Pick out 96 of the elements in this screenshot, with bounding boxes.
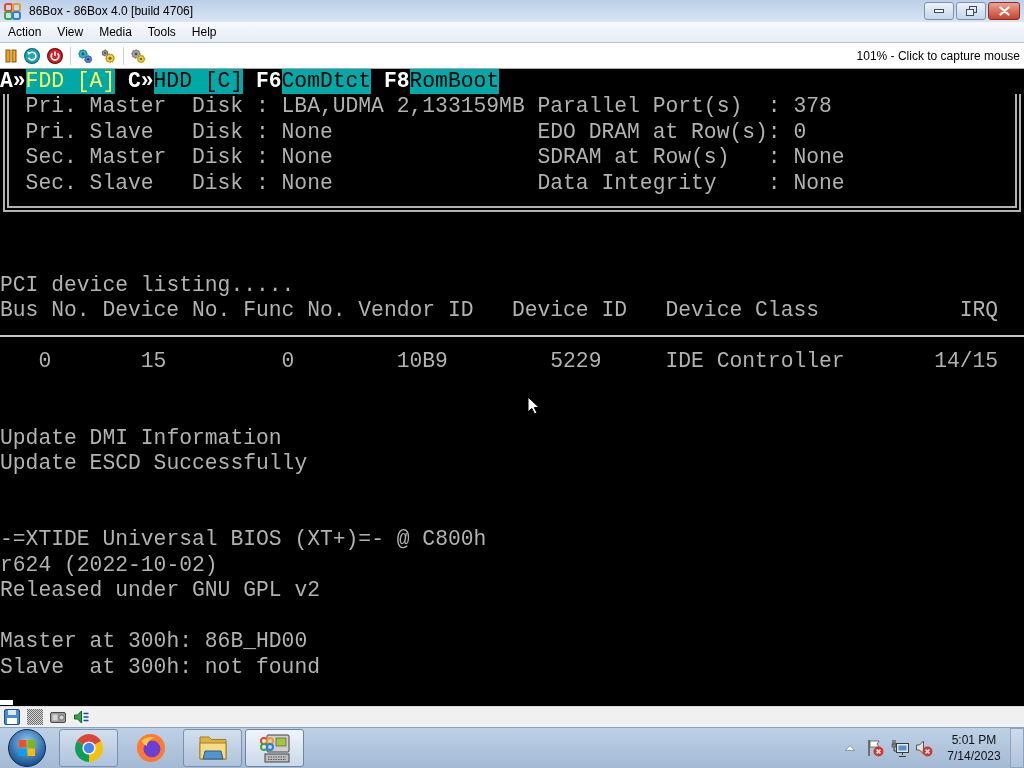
swirl-globe-icon bbox=[134, 732, 167, 764]
bios-message: Update DMI Information bbox=[0, 425, 282, 452]
setting-value: None bbox=[793, 170, 845, 197]
boot-option: RomBoot bbox=[409, 69, 500, 95]
drive-label: Sec. Master bbox=[25, 145, 167, 171]
table-cell: IDE Controller bbox=[665, 349, 845, 375]
drive-type-label: Disk bbox=[191, 170, 244, 197]
menu-item[interactable]: Tools bbox=[139, 22, 184, 42]
clock-date: 7/14/2023 bbox=[947, 748, 1001, 764]
menu-item[interactable]: Help bbox=[183, 22, 225, 42]
drive-type-label: Disk bbox=[191, 94, 244, 120]
segmented-circle-icon bbox=[72, 732, 105, 764]
table-cell: 14/15 bbox=[934, 349, 999, 375]
boot-key-label: F8 bbox=[383, 69, 410, 95]
power-icon[interactable] bbox=[47, 47, 63, 64]
clock-time: 5:01 PM bbox=[951, 732, 997, 748]
colon-separator: : bbox=[255, 170, 269, 197]
gears-icon[interactable] bbox=[77, 47, 93, 64]
drive-detect-line: Slave at 300h: not found bbox=[0, 654, 320, 681]
drive-label: Sec. Slave bbox=[25, 170, 154, 197]
drive-value: None bbox=[281, 119, 333, 146]
pause-icon[interactable] bbox=[5, 48, 17, 63]
bios-message: Update ESCD Successfully bbox=[0, 451, 308, 477]
pci-listing-title: PCI device listing..... bbox=[0, 272, 295, 299]
settings-icon[interactable] bbox=[130, 47, 146, 64]
menu-item[interactable]: Media bbox=[91, 22, 140, 42]
minimize-icon bbox=[934, 9, 944, 13]
boot-key-label: A» bbox=[0, 69, 26, 95]
window-title: 86Box - 86Box 4.0 [build 4706] bbox=[29, 4, 194, 18]
drive-value: None bbox=[281, 170, 333, 197]
setting-label: EDO DRAM at Row(s) bbox=[537, 119, 768, 146]
reset-icon[interactable] bbox=[24, 47, 40, 64]
drive-detect-line: Master at 300h: 86B_HD00 bbox=[0, 629, 308, 655]
boot-option: ComDtct bbox=[281, 69, 372, 95]
taskbar-button[interactable] bbox=[245, 729, 304, 767]
option-rom-line: -=XTIDE Universal BIOS (XT+)=- @ C800h bbox=[0, 527, 487, 553]
table-cell: 15 bbox=[140, 349, 167, 375]
taskbar-button[interactable] bbox=[59, 729, 118, 767]
device-card-icon[interactable] bbox=[49, 711, 66, 723]
boot-key-label: F6 bbox=[255, 69, 282, 95]
colon-separator: : bbox=[255, 119, 269, 146]
column-header: Vendor ID bbox=[358, 298, 474, 324]
rings-logo-icon bbox=[4, 2, 21, 20]
setting-value: 378 bbox=[793, 94, 832, 120]
setting-label: SDRAM at Row(s) bbox=[537, 145, 730, 171]
speaker-icon[interactable] bbox=[72, 710, 89, 724]
mouse-pointer-icon bbox=[527, 396, 540, 415]
drive-label: Pri. Slave bbox=[25, 119, 154, 146]
boot-key-label: C» bbox=[127, 69, 154, 95]
setting-value: 0 bbox=[793, 119, 807, 146]
network-icon[interactable] bbox=[891, 739, 909, 757]
boot-option: FDD [A] bbox=[25, 69, 116, 95]
setting-label: Data Integrity bbox=[537, 170, 717, 197]
table-cell: 0 bbox=[281, 349, 295, 375]
drive-value: LBA,UDMA 2,133159MB bbox=[281, 94, 525, 120]
column-header: Device ID bbox=[511, 298, 628, 324]
close-icon bbox=[998, 6, 1010, 16]
menu-item[interactable]: View bbox=[49, 22, 92, 42]
colon-separator: : bbox=[767, 170, 781, 197]
colon-separator: : bbox=[255, 145, 269, 171]
colon-separator: : bbox=[767, 119, 781, 146]
option-rom-line: r624 (2022-10-02) bbox=[0, 552, 218, 579]
caret-up-icon[interactable] bbox=[845, 745, 855, 751]
muted-speaker-icon[interactable] bbox=[915, 739, 933, 757]
close-button[interactable] bbox=[988, 2, 1020, 20]
minimize-button[interactable] bbox=[924, 2, 954, 20]
option-rom-line: Released under GNU GPL v2 bbox=[0, 578, 320, 604]
start-orb-icon[interactable] bbox=[8, 729, 46, 767]
table-cell: 5229 bbox=[550, 349, 602, 375]
column-header: IRQ bbox=[959, 298, 999, 324]
gear-icon[interactable] bbox=[100, 47, 116, 64]
column-header: Device No. bbox=[102, 298, 231, 324]
setting-label: Parallel Port(s) bbox=[537, 94, 743, 120]
flag-icon[interactable] bbox=[866, 739, 884, 757]
drive-type-label: Disk bbox=[191, 119, 244, 146]
drive-type-label: Disk bbox=[191, 145, 244, 171]
dotted-square-icon[interactable] bbox=[26, 709, 43, 725]
column-header: Device Class bbox=[665, 298, 820, 324]
taskbar-button[interactable] bbox=[183, 729, 242, 767]
colon-separator: : bbox=[255, 94, 269, 120]
capture-status-text: 101% - Click to capture mouse bbox=[856, 48, 1020, 63]
drive-label: Pri. Master bbox=[25, 94, 167, 120]
colon-separator: : bbox=[767, 94, 781, 120]
boot-option: HDD [C] bbox=[153, 69, 244, 95]
restore-button[interactable] bbox=[956, 2, 986, 20]
table-cell: 10B9 bbox=[396, 349, 448, 375]
table-cell: 0 bbox=[38, 349, 52, 375]
computer-icon bbox=[258, 732, 291, 764]
text-cursor-icon bbox=[0, 699, 13, 705]
setting-value: None bbox=[793, 145, 845, 171]
column-header: Func No. bbox=[243, 298, 346, 324]
drive-value: None bbox=[281, 145, 333, 171]
menu-item[interactable]: Action bbox=[0, 22, 50, 42]
colon-separator: : bbox=[767, 145, 781, 171]
column-header: Bus No. bbox=[0, 298, 90, 324]
restore-icon bbox=[965, 6, 977, 16]
